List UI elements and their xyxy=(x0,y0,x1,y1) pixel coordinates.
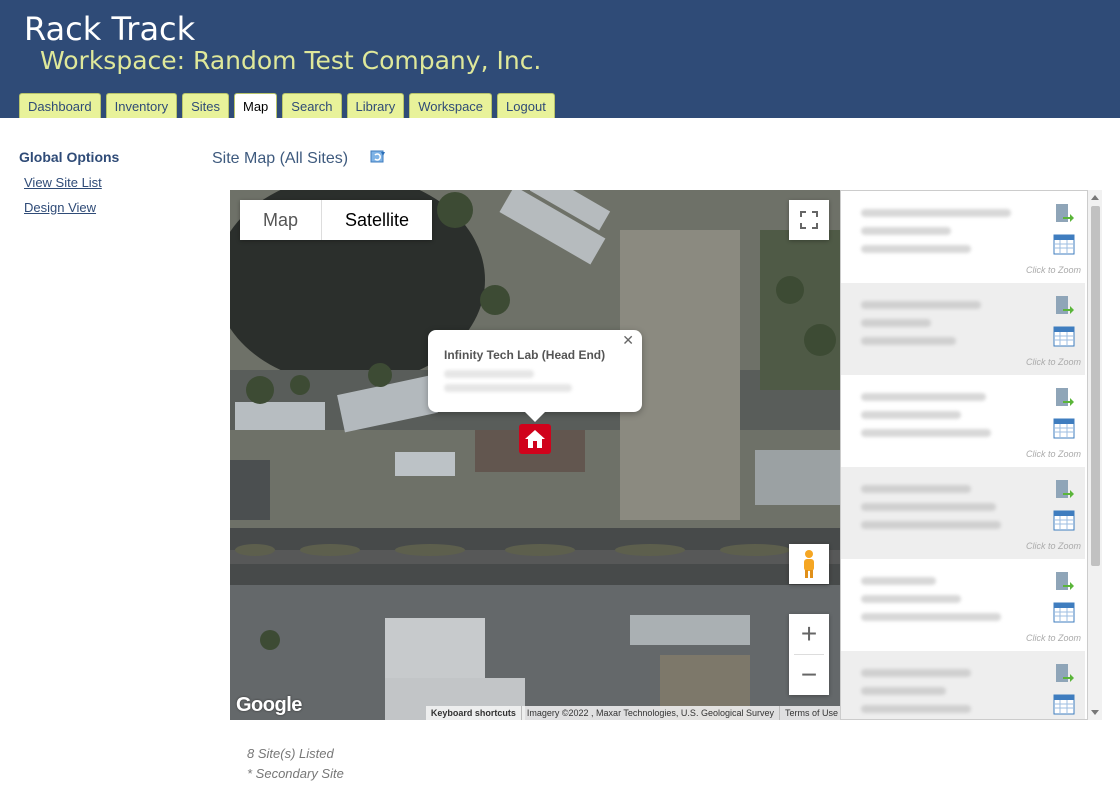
app-title: Rack Track xyxy=(24,10,196,48)
site-list-item[interactable]: Click to Zoom xyxy=(841,467,1085,559)
design-view-link[interactable]: Design View xyxy=(24,200,96,215)
site-address-blurred xyxy=(861,687,946,695)
info-window-title: Infinity Tech Lab (Head End) xyxy=(444,348,606,362)
info-address-line-2 xyxy=(444,384,572,392)
site-name-blurred xyxy=(861,301,981,309)
pegman-icon xyxy=(804,550,814,578)
home-icon xyxy=(525,430,545,448)
map-type-map-button[interactable]: Map xyxy=(240,200,321,240)
site-address-blurred xyxy=(861,503,996,511)
map-attribution: Keyboard shortcuts Imagery ©2022 , Maxar… xyxy=(425,706,843,720)
site-list-item[interactable]: Click to Zoom xyxy=(841,559,1085,651)
calendar-icon[interactable] xyxy=(1053,509,1075,531)
site-city-blurred xyxy=(861,429,991,437)
site-list-scrollbar[interactable] xyxy=(1088,190,1102,720)
site-city-blurred xyxy=(861,337,956,345)
scroll-thumb[interactable] xyxy=(1091,206,1100,566)
site-address-blurred xyxy=(861,411,961,419)
site-count: 8 Site(s) Listed xyxy=(247,746,334,761)
tab-sites[interactable]: Sites xyxy=(182,93,229,118)
scroll-down-arrow-icon[interactable] xyxy=(1091,710,1099,715)
site-name-blurred xyxy=(861,393,986,401)
fullscreen-icon xyxy=(800,211,818,229)
workspace-title: Workspace: Random Test Company, Inc. xyxy=(40,46,542,75)
google-logo: Google xyxy=(236,694,302,716)
click-to-zoom-link[interactable]: Click to Zoom xyxy=(1026,541,1081,551)
keyboard-shortcuts-link[interactable]: Keyboard shortcuts xyxy=(426,706,521,720)
site-city-blurred xyxy=(861,521,1001,529)
site-address-blurred xyxy=(861,319,931,327)
nav-tabs: Dashboard Inventory Sites Map Search Lib… xyxy=(19,93,555,118)
locate-site-icon[interactable] xyxy=(1053,571,1075,593)
tab-search[interactable]: Search xyxy=(282,93,342,118)
site-list-item[interactable] xyxy=(841,651,1085,719)
site-list-item[interactable]: Click to Zoom xyxy=(841,375,1085,467)
tab-workspace[interactable]: Workspace xyxy=(409,93,493,118)
sidebar-title: Global Options xyxy=(19,149,120,165)
site-list-item[interactable]: Click to Zoom xyxy=(841,283,1085,375)
zoom-in-button[interactable]: + xyxy=(789,614,829,654)
app-header: Rack Track Workspace: Random Test Compan… xyxy=(0,0,1120,118)
site-list-panel[interactable]: Click to Zoom Click to Zoom Click to Zoo… xyxy=(840,190,1088,720)
site-name-blurred xyxy=(861,577,936,585)
tab-dashboard[interactable]: Dashboard xyxy=(19,93,101,118)
click-to-zoom-link[interactable]: Click to Zoom xyxy=(1026,357,1081,367)
scroll-up-arrow-icon[interactable] xyxy=(1091,195,1099,200)
map-type-control: Map Satellite xyxy=(240,200,433,240)
close-icon[interactable]: ✕ xyxy=(622,332,634,349)
locate-site-icon[interactable] xyxy=(1053,479,1075,501)
calendar-icon[interactable] xyxy=(1053,417,1075,439)
site-address-blurred xyxy=(861,595,961,603)
site-map[interactable]: Map Satellite + − Infinity Tech Lab (Hea… xyxy=(230,190,843,720)
locate-site-icon[interactable] xyxy=(1053,203,1075,225)
secondary-site-note: * Secondary Site xyxy=(247,766,344,781)
locate-site-icon[interactable] xyxy=(1053,663,1075,685)
click-to-zoom-link[interactable]: Click to Zoom xyxy=(1026,633,1081,643)
zoom-out-button[interactable]: − xyxy=(789,655,829,695)
info-address-line-1 xyxy=(444,370,534,378)
calendar-icon[interactable] xyxy=(1053,325,1075,347)
site-name-blurred xyxy=(861,669,971,677)
info-window: Infinity Tech Lab (Head End) ✕ xyxy=(428,330,642,422)
view-site-list-link[interactable]: View Site List xyxy=(24,175,102,190)
calendar-icon[interactable] xyxy=(1053,233,1075,255)
refresh-icon[interactable] xyxy=(370,149,386,165)
satellite-imagery xyxy=(230,190,843,720)
terms-of-use-link[interactable]: Terms of Use xyxy=(778,706,843,720)
site-name-blurred xyxy=(861,209,1011,217)
calendar-icon[interactable] xyxy=(1053,601,1075,623)
site-marker-home-icon[interactable] xyxy=(519,424,551,454)
tab-library[interactable]: Library xyxy=(346,93,405,118)
imagery-credit: Imagery ©2022 , Maxar Technologies, U.S.… xyxy=(520,706,779,720)
site-city-blurred xyxy=(861,613,1001,621)
street-view-button[interactable] xyxy=(789,544,829,584)
tab-map[interactable]: Map xyxy=(234,93,278,118)
locate-site-icon[interactable] xyxy=(1053,295,1075,317)
zoom-control: + − xyxy=(789,614,829,695)
site-address-blurred xyxy=(861,227,951,235)
fullscreen-button[interactable] xyxy=(789,200,829,240)
site-city-blurred xyxy=(861,245,971,253)
site-city-blurred xyxy=(861,705,971,713)
tab-logout[interactable]: Logout xyxy=(497,93,555,118)
site-list-item[interactable]: Click to Zoom xyxy=(841,191,1085,283)
click-to-zoom-link[interactable]: Click to Zoom xyxy=(1026,265,1081,275)
page-title: Site Map (All Sites) xyxy=(212,150,349,167)
locate-site-icon[interactable] xyxy=(1053,387,1075,409)
calendar-icon[interactable] xyxy=(1053,693,1075,715)
tab-inventory[interactable]: Inventory xyxy=(105,93,178,118)
site-name-blurred xyxy=(861,485,971,493)
click-to-zoom-link[interactable]: Click to Zoom xyxy=(1026,449,1081,459)
map-type-satellite-button[interactable]: Satellite xyxy=(321,200,432,240)
